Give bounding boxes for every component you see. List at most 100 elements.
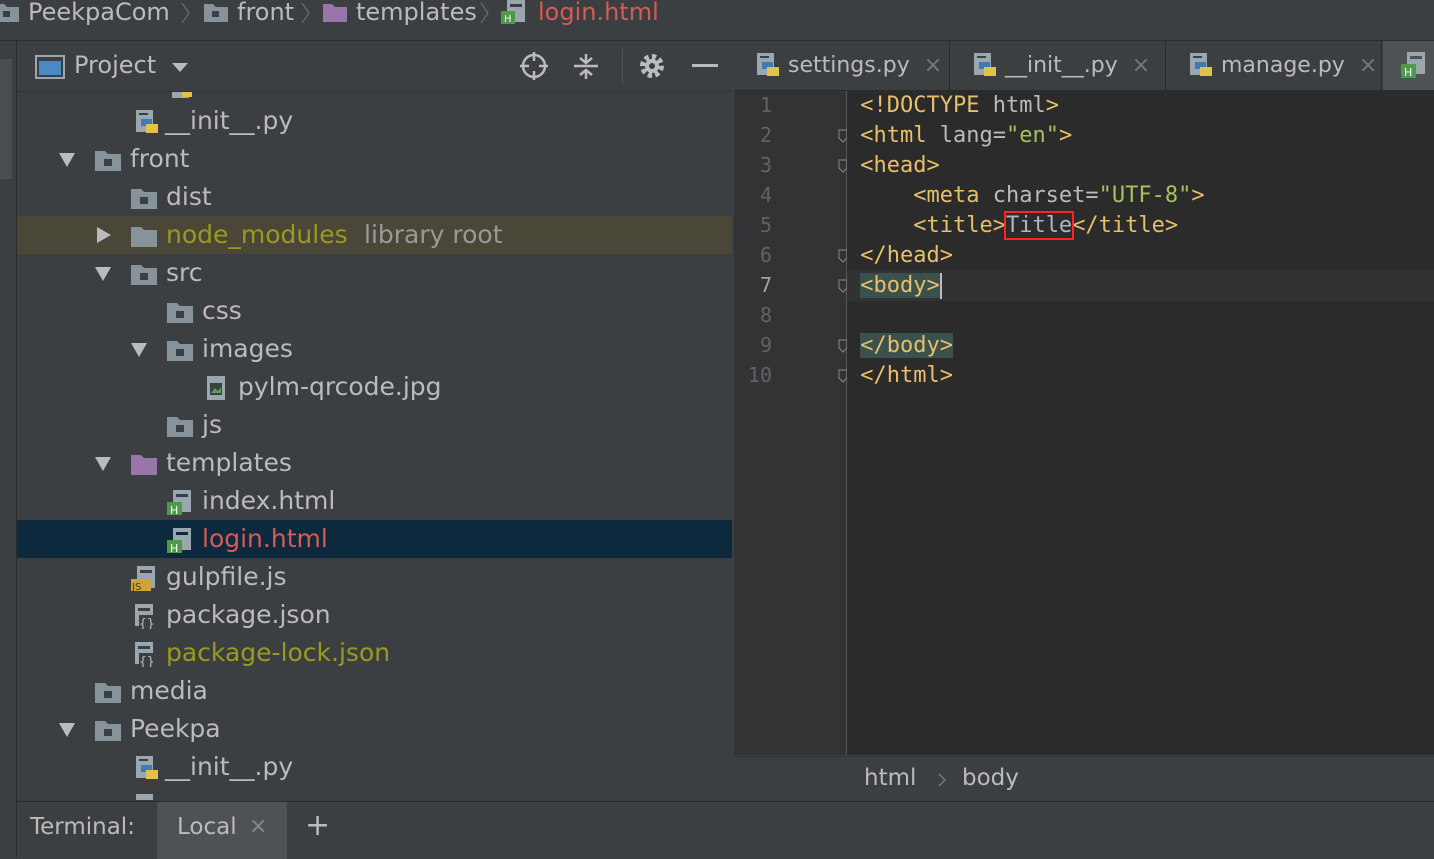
tree-item-label: login.html [202, 524, 328, 553]
breadcrumb-item-login-html[interactable]: H login.html [500, 0, 659, 26]
folder-icon [167, 303, 193, 323]
tree-expanded-arrow-icon[interactable] [57, 710, 77, 748]
code-token: <!DOCTYPE [860, 93, 993, 118]
svg-text:H: H [170, 542, 178, 553]
tree-expanded-arrow-icon[interactable] [57, 140, 77, 178]
project-panel-header: Project [17, 41, 732, 92]
tree-row[interactable]: src [17, 254, 732, 292]
code-token: "en" [1005, 123, 1059, 148]
tab-label: __init__.py [1005, 53, 1118, 78]
breadcrumb-separator-icon [181, 2, 190, 24]
line-number: 9 [759, 333, 772, 357]
code-line[interactable]: </html> [847, 361, 1434, 391]
line-number: 8 [759, 303, 772, 327]
breadcrumb-item-front[interactable]: front [203, 0, 295, 26]
code-line[interactable]: <html lang="en"> [847, 121, 1434, 151]
tree-row-library-root[interactable]: node_modules library root [17, 216, 732, 254]
line-number: 2 [759, 123, 772, 147]
tree-row[interactable]: images [17, 330, 732, 368]
tree-expanded-arrow-icon[interactable] [93, 254, 113, 292]
code-line[interactable]: <head> [847, 151, 1434, 181]
template-folder-icon [131, 455, 157, 475]
code-editor[interactable]: <!DOCTYPE html> <html lang="en"> <head> … [847, 91, 1434, 755]
breadcrumb-html[interactable]: html [864, 765, 916, 791]
tree-row-selected[interactable]: H login.html [17, 520, 732, 558]
editor-tab-manage-py[interactable]: manage.py × [1167, 41, 1382, 90]
tree-row[interactable]: __init__.py [17, 102, 732, 140]
code-token: html [992, 93, 1046, 118]
code-line[interactable]: <meta charset="UTF-8"> [847, 181, 1434, 211]
code-line[interactable] [847, 301, 1434, 331]
tree-row[interactable]: {} package-lock.json [17, 634, 732, 672]
minimize-icon[interactable] [692, 63, 718, 69]
line-number: 6 [759, 243, 772, 267]
tree-expanded-arrow-icon[interactable] [93, 444, 113, 482]
tree-item-label: Peekpa [130, 714, 221, 743]
tree-item-label: js [202, 410, 222, 439]
python-file-icon [136, 756, 158, 779]
breadcrumb-item-templates[interactable]: templates [322, 0, 477, 26]
close-tab-icon[interactable]: × [924, 53, 942, 78]
html-file-icon: H [501, 0, 525, 25]
terminal-tab-local[interactable]: Local × [157, 802, 287, 859]
terminal-label: Terminal: [30, 814, 135, 840]
tree-item-label: dist [166, 182, 212, 211]
line-number: 7 [759, 273, 772, 297]
code-line[interactable]: </head> [847, 241, 1434, 271]
tree-expanded-arrow-icon[interactable] [129, 330, 149, 368]
close-tab-icon[interactable]: × [1132, 53, 1150, 78]
line-number: 10 [747, 363, 772, 387]
folder-icon [167, 417, 193, 437]
tree-row[interactable]: css [17, 292, 732, 330]
chevron-down-icon[interactable] [171, 62, 189, 74]
breadcrumb-label: front [237, 0, 295, 26]
code-token: <head> [860, 153, 940, 178]
tree-row[interactable]: Peekpa [17, 710, 732, 748]
editor-tab-login-html[interactable]: H [1383, 41, 1434, 90]
editor-tab-settings-py[interactable]: settings.py × [734, 41, 950, 90]
code-token: Title [1003, 211, 1075, 240]
add-terminal-icon[interactable]: + [305, 808, 330, 843]
python-file-icon [1190, 52, 1212, 76]
breadcrumb-separator-icon [301, 2, 310, 24]
tree-row[interactable]: templates [17, 444, 732, 482]
code-line[interactable]: </body> [847, 331, 1434, 361]
line-number: 1 [759, 93, 772, 117]
svg-text:{}: {} [139, 617, 155, 629]
tree-row[interactable]: H index.html [17, 482, 732, 520]
project-window-icon [35, 55, 65, 79]
tree-item-label: images [202, 334, 293, 363]
tree-row[interactable]: js [17, 406, 732, 444]
code-line[interactable]: <body> [847, 271, 1434, 301]
tab-label: manage.py [1221, 53, 1345, 78]
tree-row[interactable]: {} package.json [17, 596, 732, 634]
folder-icon [204, 4, 228, 22]
tree-row[interactable]: pylm-qrcode.jpg [17, 368, 732, 406]
project-panel-title[interactable]: Project [74, 51, 156, 79]
project-tool-window-button[interactable] [0, 59, 12, 179]
collapse-all-icon[interactable] [573, 53, 599, 81]
locate-icon[interactable] [519, 51, 549, 81]
svg-text:H: H [170, 504, 178, 515]
breadcrumb-body[interactable]: body [962, 765, 1019, 791]
code-token: > [1045, 93, 1059, 118]
editor-tab-init-py[interactable]: __init__.py × [951, 41, 1166, 90]
tree-row[interactable]: dist [17, 178, 732, 216]
tree-row[interactable]: JS gulpfile.js [17, 558, 732, 596]
close-tab-icon[interactable]: × [1359, 53, 1377, 78]
library-root-label: library root [364, 220, 503, 249]
tree-row[interactable]: front [17, 140, 732, 178]
breadcrumb-item-project[interactable]: PeekpaCom [0, 0, 170, 26]
tree-item-label: src [166, 258, 203, 287]
tree-item-label: css [202, 296, 242, 325]
code-line[interactable]: <!DOCTYPE html> [847, 91, 1434, 121]
gear-icon[interactable] [638, 52, 666, 80]
template-folder-icon [323, 4, 347, 22]
tree-row[interactable]: media [17, 672, 732, 710]
tree-row[interactable]: __init__.py [17, 748, 732, 786]
folder-icon [167, 341, 193, 361]
html-file-icon: H [167, 528, 191, 553]
code-line[interactable]: <title>Title</title> [847, 211, 1434, 241]
close-terminal-icon[interactable]: × [249, 814, 267, 839]
tree-collapsed-arrow-icon[interactable] [93, 216, 113, 254]
